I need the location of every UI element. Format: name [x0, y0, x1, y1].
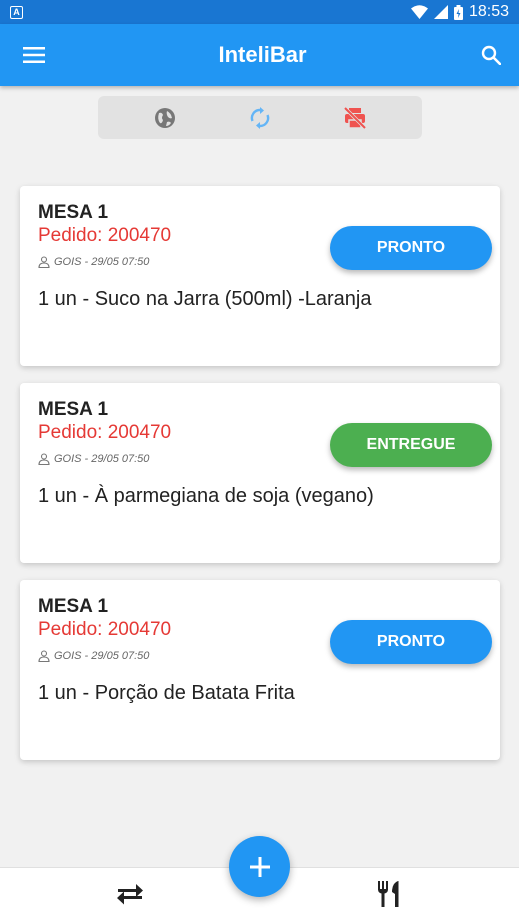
sync-icon [250, 106, 270, 129]
signal-icon [433, 5, 448, 19]
wifi-icon [410, 5, 428, 19]
status-bar: A 18:53 [0, 0, 519, 24]
status-button[interactable]: PRONTO [330, 226, 492, 270]
filter-all-button[interactable] [145, 98, 185, 138]
print-disabled-icon [343, 106, 366, 129]
app-notification-icon: A [10, 5, 23, 19]
clock: 18:53 [468, 3, 509, 20]
app-bar: InteliBar [0, 24, 519, 86]
globe-icon [155, 107, 176, 128]
app-title: InteliBar [218, 42, 307, 67]
restaurant-icon [378, 881, 399, 907]
filter-bar [98, 96, 422, 139]
order-meta-text: GOIS - 29/05 07:50 [54, 453, 150, 465]
search-icon [481, 45, 501, 65]
search-button[interactable] [477, 41, 505, 69]
menu-icon [23, 47, 45, 63]
status-button[interactable]: PRONTO [330, 620, 492, 664]
status-button[interactable]: ENTREGUE [330, 423, 492, 467]
menu-button[interactable] [20, 41, 48, 69]
menu-items-button[interactable] [359, 868, 419, 920]
order-meta-text: GOIS - 29/05 07:50 [54, 256, 150, 268]
order-item: 1 un - Suco na Jarra (500ml) -Laranja [38, 288, 372, 310]
order-item: 1 un - Porção de Batata Frita [38, 682, 295, 704]
swap-icon [116, 884, 143, 905]
battery-icon [453, 4, 463, 20]
order-card: MESA 1 Pedido: 200470 GOIS - 29/05 07:50… [20, 580, 500, 760]
order-item: 1 un - À parmegiana de soja (vegano) [38, 485, 374, 507]
table-label: MESA 1 [38, 202, 109, 223]
table-label: MESA 1 [38, 399, 109, 420]
order-card: MESA 1 Pedido: 200470 GOIS - 29/05 07:50… [20, 383, 500, 563]
person-icon [38, 650, 50, 662]
transfer-button[interactable] [100, 868, 160, 920]
person-icon [38, 453, 50, 465]
add-button[interactable] [229, 836, 290, 897]
person-icon [38, 256, 50, 268]
filter-sync-button[interactable] [240, 98, 280, 138]
filter-print-off-button[interactable] [335, 98, 375, 138]
table-label: MESA 1 [38, 596, 109, 617]
order-card: MESA 1 Pedido: 200470 GOIS - 29/05 07:50… [20, 186, 500, 366]
add-icon [249, 856, 270, 877]
order-meta-text: GOIS - 29/05 07:50 [54, 650, 150, 662]
